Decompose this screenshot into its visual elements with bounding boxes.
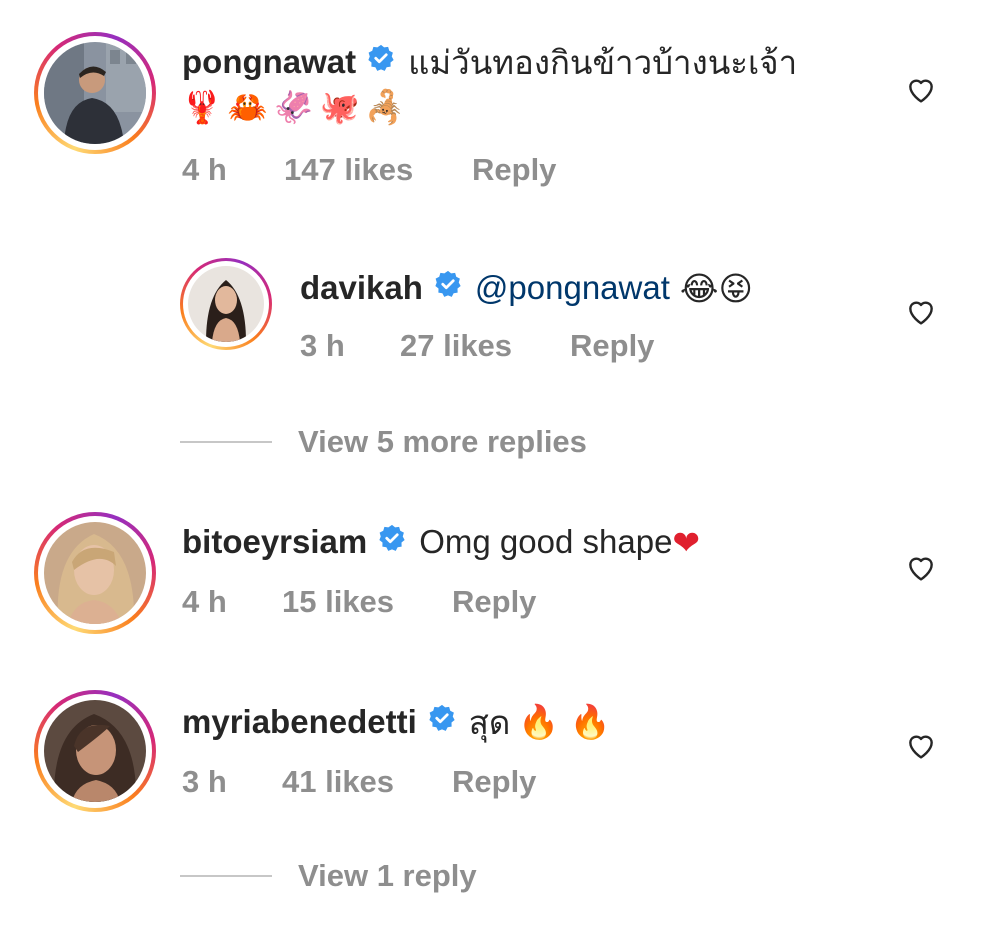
comment-myriabenedetti: myriabenedetti สุด 🔥 🔥 3 h 41 likes Repl… [0, 680, 1000, 830]
likes-count[interactable]: 27 likes [400, 328, 570, 364]
avatar[interactable] [34, 32, 156, 154]
reply-button[interactable]: Reply [570, 328, 654, 364]
divider [180, 875, 272, 877]
likes-count[interactable]: 41 likes [282, 764, 452, 800]
view-more-replies-button[interactable]: View 1 reply [180, 856, 477, 896]
timestamp: 3 h [182, 764, 227, 799]
avatar[interactable] [180, 258, 272, 350]
timestamp: 4 h [182, 584, 227, 619]
comment-pongnawat: pongnawat แม่วันทองกินข้าวบ้างนะเจ้า 🦞🦀🦑… [0, 0, 1000, 200]
timestamp: 4 h [182, 152, 227, 187]
verified-badge-icon [366, 43, 396, 81]
comment-line: davikah @pongnawat 😂😝 [300, 266, 753, 310]
username[interactable]: myriabenedetti [182, 703, 417, 741]
comment-meta: 3 h 41 likes Reply [182, 764, 536, 800]
comment-meta: 3 h 27 likes Reply [300, 328, 654, 364]
reply-davikah: davikah @pongnawat 😂😝 3 h 27 likes Reply [0, 240, 1000, 390]
likes-count[interactable]: 15 likes [282, 584, 452, 620]
heart-outline-icon[interactable] [904, 74, 938, 106]
timestamp: 3 h [300, 328, 345, 363]
emoji-text: 😂😝 [679, 268, 753, 308]
divider [180, 441, 272, 443]
comment-emojis: 🦞🦀🦑🐙🦂 [182, 88, 411, 126]
verified-badge-icon [377, 523, 407, 561]
comment-line: myriabenedetti สุด 🔥 🔥 [182, 700, 611, 744]
reply-button[interactable]: Reply [452, 764, 536, 800]
username[interactable]: bitoeyrsiam [182, 523, 367, 561]
emoji-text: 🦞🦀🦑🐙🦂 [182, 88, 412, 126]
comment-text: แม่วันทองกินข้าวบ้างนะเจ้า [408, 43, 798, 81]
verified-badge-icon [433, 269, 463, 307]
avatar[interactable] [34, 690, 156, 812]
heart-emoji: ❤ [672, 522, 701, 562]
comment-meta: 4 h 15 likes Reply [182, 584, 536, 620]
likes-count[interactable]: 147 likes [284, 152, 472, 188]
comment-text: สุด [468, 703, 511, 741]
verified-badge-icon [427, 703, 457, 741]
username[interactable]: davikah [300, 269, 423, 307]
heart-outline-icon[interactable] [904, 552, 938, 584]
view-more-label[interactable]: View 1 reply [298, 858, 477, 894]
comment-text: Omg good shape [419, 523, 673, 560]
comment-line: bitoeyrsiam Omg good shape ❤ [182, 520, 700, 564]
avatar[interactable] [34, 512, 156, 634]
comment-bitoeyrsiam: bitoeyrsiam Omg good shape ❤ 4 h 15 like… [0, 500, 1000, 650]
heart-outline-icon[interactable] [904, 296, 938, 328]
view-more-label[interactable]: View 5 more replies [298, 424, 587, 460]
comment-line: pongnawat แม่วันทองกินข้าวบ้างนะเจ้า [182, 40, 797, 84]
fire-emoji: 🔥 🔥 [518, 702, 611, 741]
view-more-replies-button[interactable]: View 5 more replies [180, 422, 587, 462]
comment-meta: 4 h 147 likes Reply [182, 152, 556, 188]
heart-outline-icon[interactable] [904, 730, 938, 762]
reply-button[interactable]: Reply [472, 152, 556, 188]
username[interactable]: pongnawat [182, 43, 356, 81]
reply-button[interactable]: Reply [452, 584, 536, 620]
mention-link[interactable]: @pongnawat [475, 269, 670, 307]
